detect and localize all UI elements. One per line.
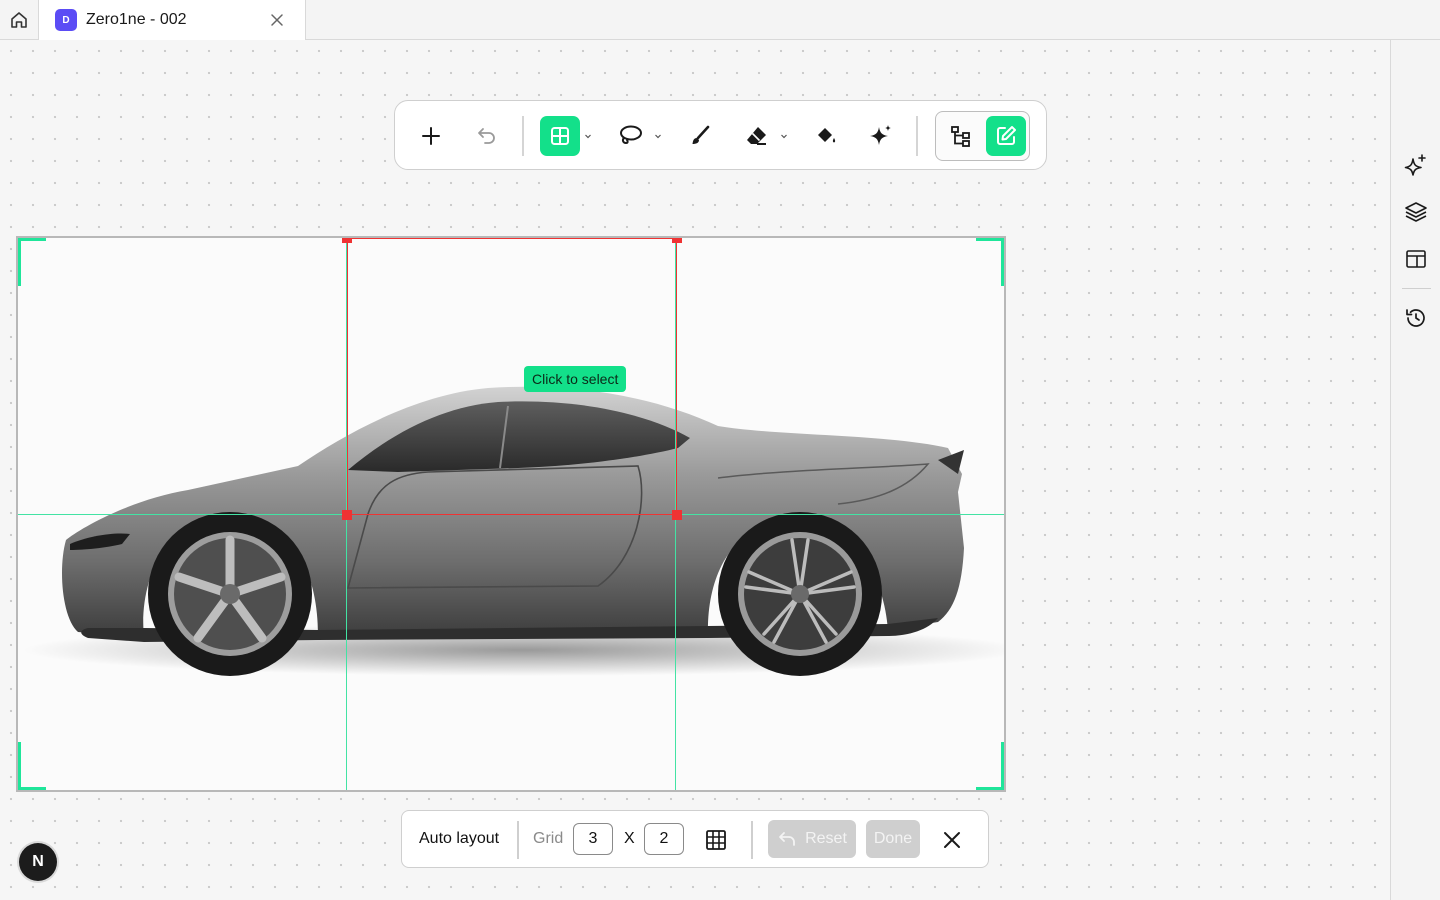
- resize-handle[interactable]: [672, 510, 682, 520]
- workspace-badge: D: [55, 9, 77, 31]
- image-frame[interactable]: Click to select: [16, 236, 1006, 792]
- resize-handle[interactable]: [342, 510, 352, 520]
- grid-layout-bar: Auto layout Grid X Reset Done: [401, 810, 989, 868]
- mode-toggle-group: [935, 111, 1030, 161]
- home-button[interactable]: [0, 0, 39, 39]
- layout-icon: [1406, 250, 1426, 268]
- gridbar-divider: [517, 821, 519, 859]
- right-sidebar: [1390, 40, 1440, 900]
- gridbar-divider: [751, 821, 753, 859]
- undo-button[interactable]: [474, 121, 500, 151]
- close-gridbar-button[interactable]: [940, 828, 964, 852]
- tab-document[interactable]: D Zero1ne - 002: [39, 0, 306, 40]
- layers-icon: [1405, 202, 1427, 222]
- ai-assist-button[interactable]: [1403, 152, 1429, 178]
- user-avatar[interactable]: N: [19, 843, 57, 881]
- reset-button[interactable]: Reset: [768, 820, 856, 858]
- done-button[interactable]: Done: [866, 820, 920, 858]
- toolbar-divider: [522, 116, 524, 156]
- tree-structure-icon: [951, 126, 970, 147]
- close-icon[interactable]: [269, 12, 285, 28]
- grid-label: Grid: [533, 830, 564, 847]
- selected-grid-cell[interactable]: [347, 238, 677, 515]
- fill-bucket-icon: [818, 128, 836, 143]
- undo-icon: [779, 832, 795, 846]
- chevron-down-icon[interactable]: [654, 132, 662, 140]
- toolbar-divider: [916, 116, 918, 156]
- ai-sparkle-icon: [1404, 154, 1426, 176]
- tab-title: Zero1ne - 002: [86, 11, 187, 28]
- corner-bracket: [976, 238, 1004, 286]
- edit-mode-button[interactable]: [986, 116, 1026, 156]
- add-icon: [422, 127, 440, 145]
- grid-icon: [706, 830, 726, 850]
- ai-sparkle-icon: [870, 125, 891, 145]
- corner-bracket: [18, 742, 46, 790]
- eraser-icon: [747, 127, 766, 145]
- chevron-down-icon[interactable]: [780, 132, 788, 140]
- home-icon: [11, 11, 27, 28]
- auto-layout-button[interactable]: Auto layout: [419, 830, 499, 848]
- lasso-icon: [620, 125, 642, 145]
- fill-bucket-button[interactable]: [812, 121, 840, 151]
- reset-label: Reset: [805, 830, 847, 847]
- eraser-button[interactable]: [743, 121, 771, 151]
- brush-button[interactable]: [686, 121, 714, 151]
- undo-icon: [478, 128, 495, 144]
- ai-generate-button[interactable]: [867, 121, 895, 151]
- brush-icon: [692, 125, 710, 144]
- resize-handle[interactable]: [342, 238, 352, 243]
- close-icon: [944, 832, 960, 848]
- resize-handle[interactable]: [672, 238, 682, 243]
- grid-layout-button[interactable]: [540, 116, 580, 156]
- main-toolbar: [394, 100, 1047, 170]
- tab-bar: D Zero1ne - 002: [0, 0, 1440, 40]
- add-button[interactable]: [418, 121, 444, 151]
- grid-preset-button[interactable]: [704, 828, 728, 852]
- sidebar-divider: [1402, 288, 1431, 289]
- history-button[interactable]: [1403, 305, 1429, 331]
- history-icon: [1406, 309, 1425, 327]
- layout-panel-button[interactable]: [1403, 246, 1429, 272]
- grid-columns-input[interactable]: [573, 823, 613, 855]
- layers-button[interactable]: [1403, 199, 1429, 225]
- corner-bracket: [18, 238, 46, 286]
- grid-layout-icon: [551, 127, 569, 145]
- lasso-button[interactable]: [615, 121, 645, 151]
- grid-separator: X: [624, 830, 635, 847]
- click-to-select-tooltip[interactable]: Click to select: [524, 366, 627, 392]
- edit-icon: [997, 126, 1016, 145]
- chevron-down-icon[interactable]: [584, 132, 592, 140]
- grid-rows-input[interactable]: [644, 823, 684, 855]
- corner-bracket: [976, 742, 1004, 790]
- tree-structure-button[interactable]: [946, 121, 976, 151]
